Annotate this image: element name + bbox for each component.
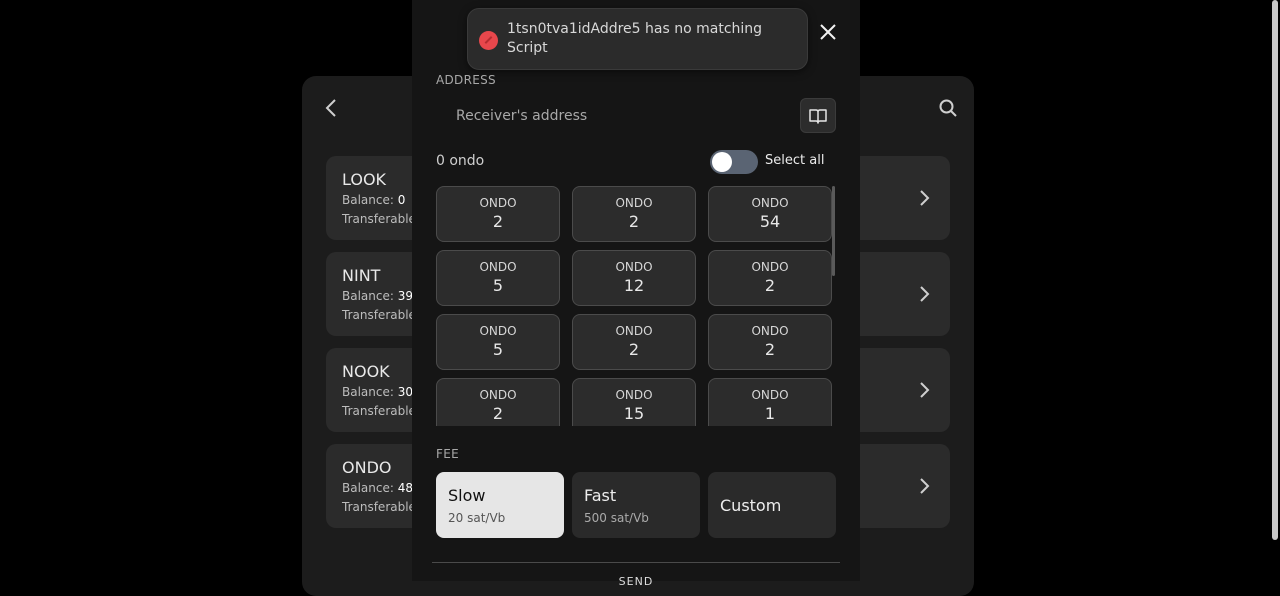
inscription-ticker: ONDO	[479, 260, 517, 274]
inscription-ticker: ONDO	[479, 196, 517, 210]
error-icon	[479, 31, 498, 50]
select-all-label: Select all	[765, 153, 825, 168]
token-transferable: Transferable	[342, 404, 416, 418]
fee-name: Slow	[448, 486, 486, 505]
search-icon[interactable]	[938, 98, 958, 118]
toggle-knob	[712, 152, 732, 172]
inscription-ticker: ONDO	[615, 196, 653, 210]
inscription-card[interactable]: ONDO 2	[436, 186, 560, 242]
inscription-amount: 15	[623, 404, 645, 423]
inscription-ticker: ONDO	[751, 324, 789, 338]
token-balance: Balance: 0	[342, 193, 406, 207]
token-transferable: Transferable	[342, 308, 416, 322]
inscription-card[interactable]: ONDO 2	[572, 186, 696, 242]
error-toast: 1tsn0tva1idAddre5 has no matching Script	[467, 8, 808, 70]
inscription-amount: 12	[623, 276, 645, 295]
fee-name: Fast	[584, 486, 617, 505]
chevron-right-icon	[920, 286, 930, 302]
token-balance: Balance: 39	[342, 289, 414, 303]
inscription-ticker: ONDO	[615, 324, 653, 338]
address-label: ADDRESS	[436, 73, 496, 87]
inscription-card[interactable]: ONDO 2	[572, 314, 696, 370]
inscription-amount: 5	[492, 276, 504, 295]
fee-option-fast[interactable]: Fast 500 sat/Vb	[572, 472, 700, 538]
token-transferable: Transferable	[342, 212, 416, 226]
inscription-card[interactable]: ONDO 5	[436, 314, 560, 370]
address-book-button[interactable]	[800, 98, 836, 133]
token-name: NOOK	[342, 362, 390, 381]
token-name: LOOK	[342, 170, 387, 189]
inscription-ticker: ONDO	[751, 388, 789, 402]
inscription-amount: 2	[492, 212, 504, 231]
address-input[interactable]	[436, 98, 792, 134]
fee-option-slow[interactable]: Slow 20 sat/Vb	[436, 472, 564, 538]
book-icon	[809, 108, 827, 124]
selected-count: 0 ondo	[436, 153, 485, 169]
fee-rate: 500 sat/Vb	[584, 511, 649, 525]
inscription-card[interactable]: ONDO 2	[436, 378, 560, 426]
inscription-card[interactable]: ONDO 2	[708, 250, 832, 306]
token-balance: Balance: 30	[342, 385, 414, 399]
page-scrollbar[interactable]	[1272, 0, 1278, 540]
inscription-amount: 2	[628, 212, 640, 231]
inscription-card[interactable]: ONDO 5	[436, 250, 560, 306]
send-button[interactable]: SEND	[600, 575, 672, 588]
inscription-ticker: ONDO	[615, 388, 653, 402]
inscription-ticker: ONDO	[479, 324, 517, 338]
back-icon[interactable]	[322, 98, 342, 118]
inscription-grid: ONDO 2 ONDO 2 ONDO 54 ONDO 5 ONDO 12 ONDO 2 ON…	[436, 186, 836, 426]
inscription-card[interactable]: ONDO 12	[572, 250, 696, 306]
inscription-amount: 2	[492, 404, 504, 423]
fee-name: Custom	[720, 496, 782, 515]
inscription-ticker: ONDO	[615, 260, 653, 274]
token-name: NINT	[342, 266, 381, 285]
inscription-amount: 54	[759, 212, 781, 231]
inscription-amount: 2	[628, 340, 640, 359]
inscription-card[interactable]: ONDO 54	[708, 186, 832, 242]
close-icon[interactable]	[816, 20, 840, 44]
inscription-card[interactable]: ONDO 15	[572, 378, 696, 426]
fee-rate: 20 sat/Vb	[448, 511, 506, 525]
inscription-ticker: ONDO	[751, 260, 789, 274]
toast-message: 1tsn0tva1idAddre5 has no matching Script	[507, 21, 763, 56]
token-name: ONDO	[342, 458, 392, 477]
inscription-amount: 5	[492, 340, 504, 359]
inscription-card[interactable]: ONDO 2	[708, 314, 832, 370]
inscription-amount: 2	[764, 340, 776, 359]
chevron-right-icon	[920, 478, 930, 494]
fee-option-custom[interactable]: Custom	[708, 472, 836, 538]
inscription-ticker: ONDO	[479, 388, 517, 402]
fee-label: FEE	[436, 447, 459, 461]
token-balance: Balance: 48	[342, 481, 414, 495]
token-transferable: Transferable	[342, 500, 416, 514]
grid-scrollbar[interactable]	[832, 186, 835, 276]
inscription-amount: 2	[764, 276, 776, 295]
inscription-ticker: ONDO	[751, 196, 789, 210]
chevron-right-icon	[920, 382, 930, 398]
chevron-right-icon	[920, 190, 930, 206]
inscription-amount: 1	[764, 404, 776, 423]
divider	[432, 562, 840, 563]
inscription-card[interactable]: ONDO 1	[708, 378, 832, 426]
select-all-toggle[interactable]	[710, 150, 758, 174]
